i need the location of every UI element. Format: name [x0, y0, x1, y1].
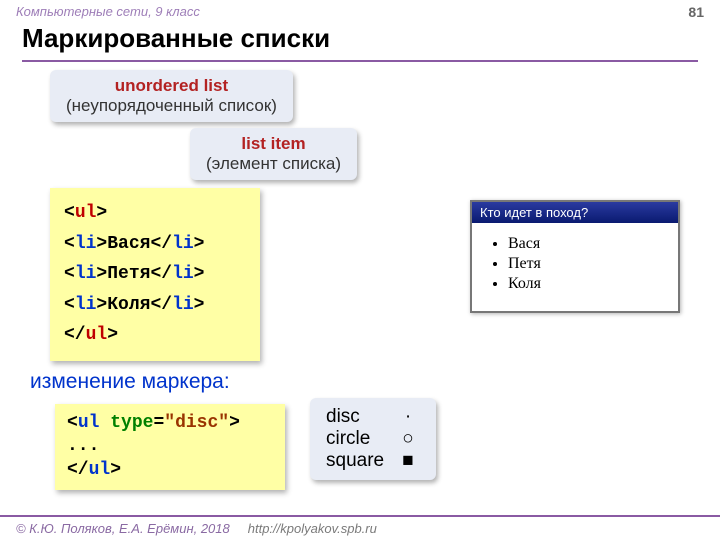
title-divider [22, 60, 698, 62]
footer: © К.Ю. Поляков, Е.А. Ерёмин, 2018 http:/… [0, 515, 720, 540]
marker-types-panel: disc· circle○ square■ [310, 398, 436, 480]
footer-copyright: © К.Ю. Поляков, Е.А. Ерёмин, 2018 [16, 521, 230, 536]
list-item: Петя [508, 255, 668, 273]
list-item: Коля [508, 275, 668, 293]
subheading-marker-change: изменение маркера: [30, 370, 230, 394]
content-area: unordered list (неупорядоченный список) … [0, 70, 720, 500]
list-item: Вася [508, 235, 668, 253]
footer-link: http://kpolyakov.spb.ru [248, 521, 377, 536]
browser-body: Вася Петя Коля [472, 223, 678, 311]
code-block-main: <ul> <li>Вася</li> <li>Петя</li> <li>Кол… [50, 188, 260, 361]
header-breadcrumb: Компьютерные сети, 9 класс 81 [0, 0, 720, 21]
browser-titlebar: Кто идет в поход? [472, 202, 678, 223]
page-number: 81 [688, 4, 704, 20]
marker-row-circle: circle○ [326, 428, 420, 450]
browser-preview: Кто идет в поход? Вася Петя Коля [470, 200, 680, 313]
marker-row-square: square■ [326, 450, 420, 472]
code-block-type-attr: <ul type="disc"> ... </ul> [55, 404, 285, 490]
page-title: Маркированные списки [0, 21, 720, 60]
marker-row-disc: disc· [326, 406, 420, 428]
callout-unordered-list: unordered list (неупорядоченный список) [50, 70, 293, 122]
callout-list-item: list item (элемент списка) [190, 128, 357, 180]
